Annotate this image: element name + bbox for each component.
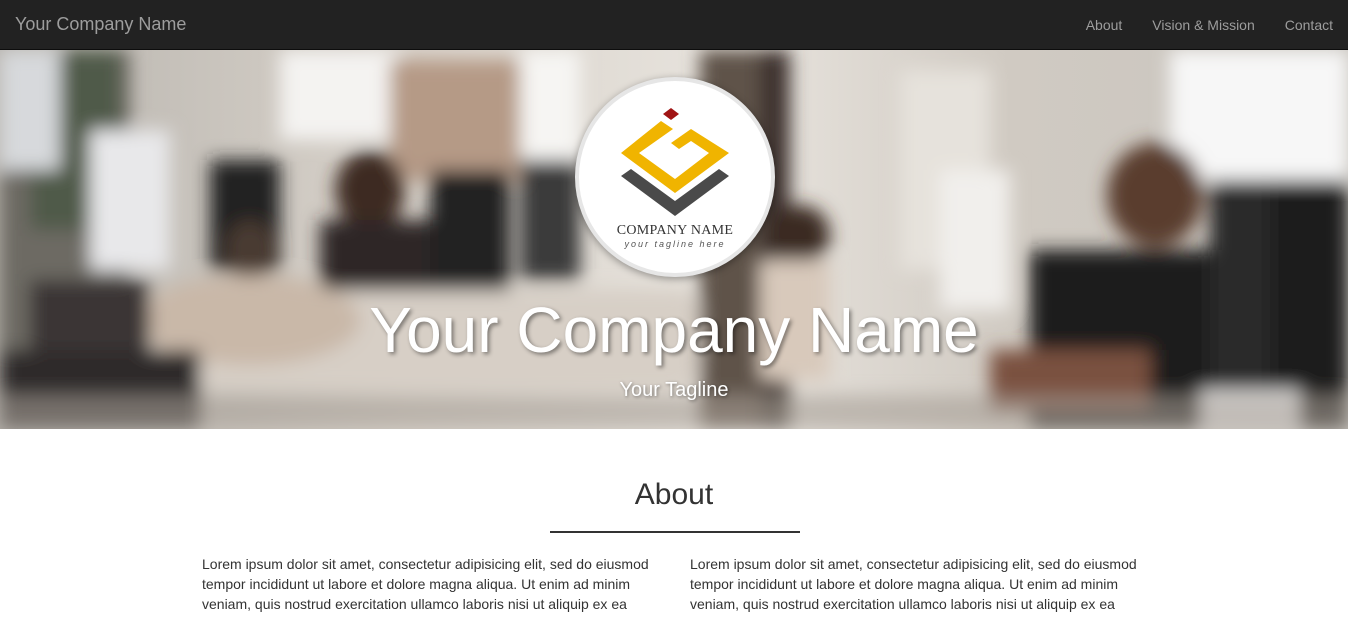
hero-tagline: Your Tagline <box>619 379 729 401</box>
about-heading: About <box>634 478 714 511</box>
logo-company-name: COMPANY NAME <box>616 223 734 238</box>
about-text-right: Lorem ipsum dolor sit amet, consectetur … <box>690 556 1137 612</box>
about-text-left: Lorem ipsum dolor sit amet, consectetur … <box>202 556 649 612</box>
logo: COMPANY NAME your tagline here <box>575 77 775 277</box>
nav-links: About Vision & Mission Contact <box>1071 0 1348 50</box>
nav-link-about[interactable]: About <box>1071 0 1138 50</box>
about-divider <box>550 531 800 533</box>
hero-section: COMPANY NAME your tagline here Your Comp… <box>0 50 1348 429</box>
navbar: Your Company Name About Vision & Mission… <box>0 0 1348 50</box>
navbar-brand[interactable]: Your Company Name <box>15 13 186 35</box>
hero-title: Your Company Name <box>369 294 979 366</box>
logo-tagline: your tagline here <box>624 239 726 249</box>
nav-link-vision-mission[interactable]: Vision & Mission <box>1137 0 1269 50</box>
nav-link-contact[interactable]: Contact <box>1270 0 1348 50</box>
